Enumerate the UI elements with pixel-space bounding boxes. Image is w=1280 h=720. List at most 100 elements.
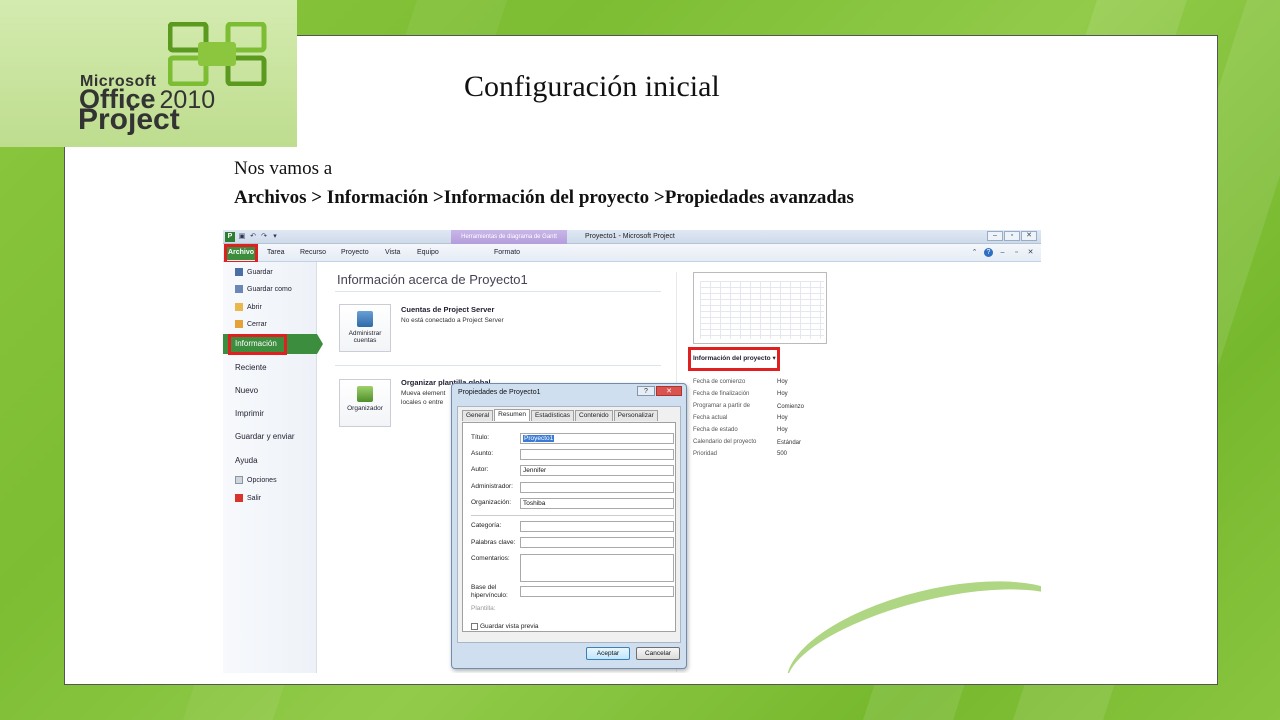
prop-value[interactable]: Hoy <box>777 379 788 385</box>
tab-personalizar[interactable]: Personalizar <box>613 410 658 421</box>
undo-icon[interactable]: ↶ <box>249 233 257 241</box>
titulo-field[interactable]: Proyecto1 <box>520 433 674 444</box>
tab-estadisticas[interactable]: Estadísticas <box>530 410 574 421</box>
prop-value[interactable]: Hoy <box>777 391 788 397</box>
ribbon-close-icon[interactable]: ✕ <box>1026 248 1035 257</box>
backstage-salir[interactable]: Salir <box>235 494 261 502</box>
window-title: Proyecto1 - Microsoft Project <box>585 233 675 240</box>
organizador-button[interactable]: Organizador <box>339 379 391 427</box>
slide-path-instruction: Archivos > Información >Información del … <box>234 187 854 208</box>
tile-label: Organizador <box>347 405 383 412</box>
base-hipervinculo-label-1: Base del <box>471 584 497 591</box>
selected-arrow-icon <box>317 334 323 354</box>
prop-label: Fecha de comienzo <box>693 379 746 385</box>
organizacion-field[interactable]: Toshiba <box>520 498 674 509</box>
save-as-icon <box>235 285 243 293</box>
prop-value[interactable]: Estándar <box>777 440 801 446</box>
backstage-opciones[interactable]: Opciones <box>235 476 277 484</box>
window-controls: – ▫ ✕ <box>987 231 1037 241</box>
comentarios-field[interactable] <box>520 554 674 582</box>
backstage-guardar[interactable]: Guardar <box>235 268 273 276</box>
backstage-guardar-como[interactable]: Guardar como <box>235 285 292 293</box>
prop-value[interactable]: Hoy <box>777 427 788 433</box>
accounts-icon <box>357 311 373 327</box>
administrador-label: Administrador: <box>471 483 513 490</box>
dialog-tabs: General Resumen Estadísticas Contenido P… <box>462 409 659 421</box>
titulo-label: Título: <box>471 434 490 441</box>
backstage-cerrar[interactable]: Cerrar <box>235 320 267 328</box>
customize-qat-icon[interactable]: ▾ <box>271 233 279 241</box>
close-folder-icon <box>235 320 243 328</box>
section-project-server-title: Cuentas de Project Server <box>401 305 495 314</box>
prop-value[interactable]: Comienzo <box>777 404 804 410</box>
backstage-imprimir[interactable]: Imprimir <box>235 409 264 418</box>
asunto-field[interactable] <box>520 449 674 460</box>
guardar-vista-previa-checkbox[interactable]: Guardar vista previa <box>471 623 539 630</box>
tab-formato[interactable]: Formato <box>494 249 520 256</box>
save-icon[interactable]: ▣ <box>238 233 246 241</box>
tab-tarea[interactable]: Tarea <box>267 249 285 256</box>
redo-icon[interactable]: ↷ <box>260 233 268 241</box>
checkbox-icon[interactable] <box>471 623 478 630</box>
section-plantilla-text2: locales o entre <box>401 399 444 406</box>
prop-label: Prioridad <box>693 451 718 457</box>
office-emblem-icon <box>168 22 267 86</box>
palabras-clave-field[interactable] <box>520 537 674 548</box>
project-app-screenshot: P ▣ ↶ ↷ ▾ Herramientas de diagrama de Ga… <box>223 230 1041 673</box>
prop-value[interactable]: Hoy <box>777 415 788 421</box>
divider <box>335 291 661 292</box>
window-titlebar: P ▣ ↶ ↷ ▾ Herramientas de diagrama de Ga… <box>223 230 1041 244</box>
tab-contenido[interactable]: Contenido <box>575 410 613 421</box>
backstage-abrir[interactable]: Abrir <box>235 303 262 311</box>
help-icon[interactable]: ? <box>637 386 655 396</box>
administrar-cuentas-button[interactable]: Administrar cuentas <box>339 304 391 352</box>
autor-label: Autor: <box>471 466 489 473</box>
ribbon-restore-icon[interactable]: ▫ <box>1012 248 1021 257</box>
base-hipervinculo-field[interactable] <box>520 586 674 597</box>
project-thumbnail <box>693 272 827 344</box>
tab-equipo[interactable]: Equipo <box>417 249 439 256</box>
decorative-swoosh <box>772 555 1041 673</box>
organizer-icon <box>357 386 373 402</box>
aceptar-button[interactable]: Aceptar <box>586 647 630 660</box>
help-icon[interactable]: ? <box>984 248 993 257</box>
tab-proyecto[interactable]: Proyecto <box>341 249 369 256</box>
quick-access-toolbar: P ▣ ↶ ↷ ▾ <box>225 232 279 242</box>
divider <box>471 515 674 516</box>
prop-label: Fecha de estado <box>693 427 738 433</box>
prop-label: Programar a partir de <box>693 403 751 409</box>
divider <box>335 365 661 366</box>
minimize-ribbon-icon[interactable]: ⌃ <box>970 248 979 257</box>
prop-label: Calendario del proyecto <box>693 439 757 445</box>
autor-field[interactable]: Jennifer <box>520 465 674 476</box>
cancelar-button[interactable]: Cancelar <box>636 647 680 660</box>
tab-recurso[interactable]: Recurso <box>300 249 326 256</box>
tab-resumen[interactable]: Resumen <box>494 409 530 421</box>
highlight-project-info <box>688 347 780 371</box>
categoria-field[interactable] <box>520 521 674 532</box>
exit-icon <box>235 494 243 502</box>
palabras-clave-label: Palabras clave: <box>471 539 516 546</box>
tab-vista[interactable]: Vista <box>385 249 400 256</box>
dialog-controls: ? ✕ <box>637 386 682 396</box>
section-plantilla-text1: Mueva element <box>401 390 446 397</box>
backstage-ayuda[interactable]: Ayuda <box>235 456 258 465</box>
close-icon[interactable]: ✕ <box>1021 231 1037 241</box>
maximize-icon[interactable]: ▫ <box>1004 231 1020 241</box>
backstage-reciente[interactable]: Reciente <box>235 363 267 372</box>
ribbon-minimize-icon[interactable]: – <box>998 248 1007 257</box>
minimize-icon[interactable]: – <box>987 231 1003 241</box>
administrador-field[interactable] <box>520 482 674 493</box>
save-icon <box>235 268 243 276</box>
prop-label: Fecha de finalización <box>693 391 750 397</box>
dialog-body: General Resumen Estadísticas Contenido P… <box>457 406 681 643</box>
tab-general[interactable]: General <box>462 410 494 421</box>
asunto-label: Asunto: <box>471 450 494 457</box>
dialog-title: Propiedades de Proyecto1 <box>458 389 541 396</box>
backstage-nuevo[interactable]: Nuevo <box>235 386 258 395</box>
prop-value[interactable]: 500 <box>777 451 787 457</box>
prop-label: Fecha actual <box>693 415 728 421</box>
backstage-guardar-enviar[interactable]: Guardar y enviar <box>235 432 295 441</box>
gantt-tools-context-group: Herramientas de diagrama de Gantt <box>451 230 567 244</box>
close-icon[interactable]: ✕ <box>656 386 682 396</box>
